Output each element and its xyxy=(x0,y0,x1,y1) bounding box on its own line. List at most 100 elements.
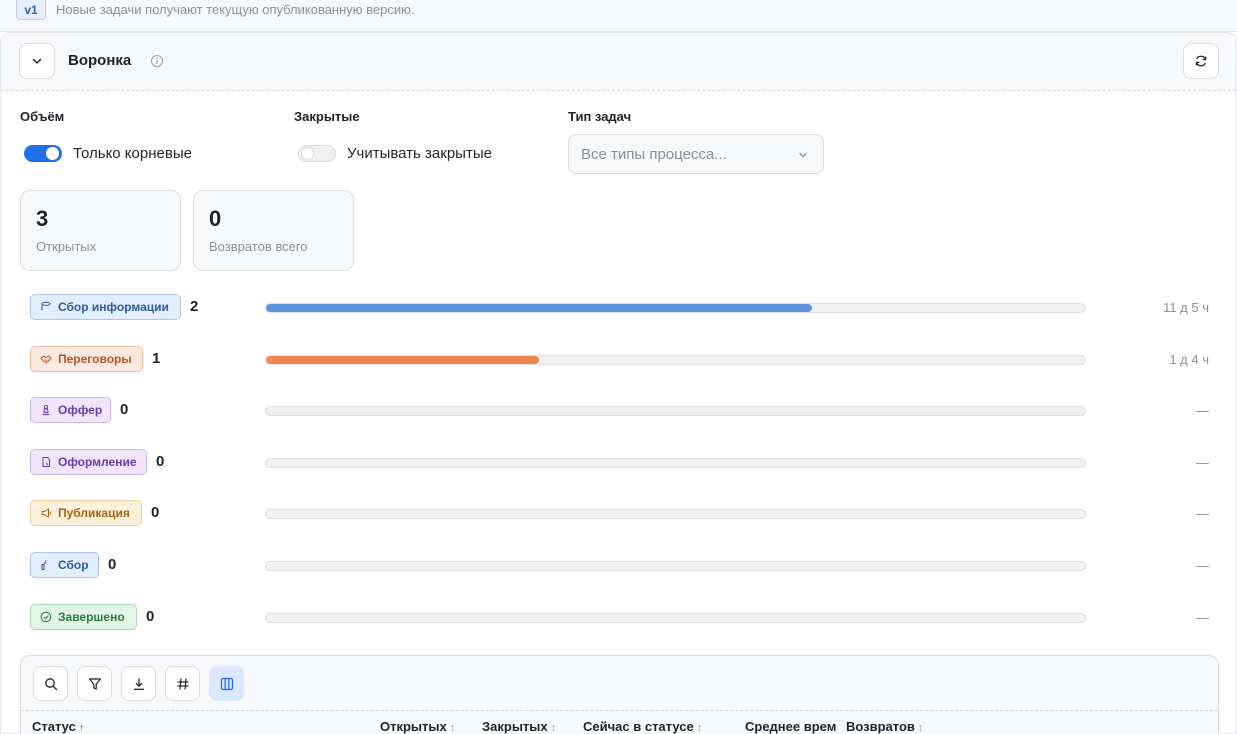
progress-track xyxy=(265,303,1086,313)
status-duration: — xyxy=(1196,403,1209,419)
status-count: 0 xyxy=(120,401,129,419)
version-badge: v1 xyxy=(16,0,46,20)
status-count: 0 xyxy=(108,556,117,573)
status-count: 1 xyxy=(152,349,161,367)
columns-icon xyxy=(220,677,233,690)
summary-card-returns: 0 Возвратов всего xyxy=(193,190,354,271)
root-only-label[interactable]: Только корневые xyxy=(73,145,192,162)
column-header-avg-time[interactable]: Среднее врем xyxy=(745,719,836,734)
filter-icon xyxy=(88,677,101,690)
status-chip[interactable]: Сбор информации xyxy=(30,294,181,320)
column-label: Статус xyxy=(32,719,76,734)
database-icon xyxy=(41,301,51,311)
progress-track xyxy=(265,509,1086,520)
handshake-icon xyxy=(40,355,52,363)
funnel-row: Сбор информации 2 11 д 5 ч xyxy=(1,294,1236,322)
summary-label: Открытых xyxy=(36,239,97,254)
root-only-toggle[interactable] xyxy=(24,145,62,162)
task-type-placeholder: Все типы процесса... xyxy=(581,146,727,163)
include-closed-toggle[interactable] xyxy=(298,145,336,162)
search-icon xyxy=(44,677,57,690)
status-chip[interactable]: Оформление xyxy=(30,448,147,475)
funnel-row: Оффер 0 — xyxy=(1,397,1236,425)
sort-icon[interactable]: ↕ xyxy=(551,722,557,734)
column-header-closed[interactable]: Закрытых ↕ xyxy=(482,719,556,734)
refresh-button[interactable] xyxy=(1183,43,1219,79)
status-chip[interactable]: Оффер xyxy=(30,397,111,424)
column-header-open[interactable]: Открытых ↕ xyxy=(380,719,455,734)
refresh-icon xyxy=(1195,55,1207,67)
download-icon xyxy=(133,678,144,690)
volume-filter-label: Объём xyxy=(20,109,65,124)
toggle-knob xyxy=(301,147,314,160)
status-chip-label: Переговоры xyxy=(58,351,132,366)
closed-filter-label: Закрытые xyxy=(294,109,360,124)
info-icon[interactable] xyxy=(150,54,164,68)
sort-icon[interactable]: ↕ xyxy=(450,722,456,734)
summary-value: 3 xyxy=(36,206,49,231)
status-count: 0 xyxy=(156,452,165,470)
numbering-button[interactable] xyxy=(165,666,200,701)
status-chip[interactable]: Сбор xyxy=(30,552,99,578)
column-label: Сейчас в статусе xyxy=(583,719,694,734)
chevron-down-icon xyxy=(799,152,807,158)
status-chip-label: Завершено xyxy=(58,609,125,624)
version-banner: v1 Новые задачи получают текущую опублик… xyxy=(0,0,1237,32)
status-count: 0 xyxy=(146,607,155,625)
toggle-knob xyxy=(46,147,59,160)
task-type-label: Тип задач xyxy=(568,109,632,124)
table-divider xyxy=(21,710,1218,711)
column-header-status[interactable]: Статус ↑ xyxy=(32,719,84,734)
include-closed-label[interactable]: Учитывать закрытые xyxy=(347,145,492,162)
status-chip[interactable]: Переговоры xyxy=(30,345,143,372)
status-duration: — xyxy=(1196,609,1209,625)
megaphone-icon xyxy=(41,508,51,518)
funnel-row: Завершено 0 — xyxy=(1,603,1236,632)
funnel-row: Переговоры 1 1 д 4 ч xyxy=(1,345,1236,374)
status-count: 2 xyxy=(190,298,199,315)
status-chip-label: Оформление xyxy=(58,454,137,469)
status-count: 0 xyxy=(151,504,160,522)
status-chip-label: Публикация xyxy=(58,506,130,521)
funnel-row: Оформление 0 — xyxy=(1,448,1236,477)
progress-track xyxy=(265,457,1086,468)
summary-label: Возвратов всего xyxy=(209,239,308,254)
document-icon xyxy=(42,456,50,467)
sort-icon[interactable]: ↕ xyxy=(918,722,924,734)
progress-track xyxy=(265,406,1086,417)
progress-track xyxy=(265,354,1086,365)
task-type-select[interactable]: Все типы процесса... xyxy=(568,134,824,174)
funnel-row: Публикация 0 — xyxy=(1,500,1236,528)
thumb-up-icon xyxy=(41,560,47,570)
progress-track xyxy=(265,612,1086,623)
status-duration: — xyxy=(1196,506,1209,522)
download-button[interactable] xyxy=(121,666,156,701)
sort-asc-icon[interactable]: ↑ xyxy=(79,722,85,734)
status-chip[interactable]: Завершено xyxy=(30,603,137,630)
summary-value: 0 xyxy=(209,206,222,231)
sort-icon[interactable]: ↕ xyxy=(697,722,703,734)
status-chip-label: Сбор информации xyxy=(58,300,169,314)
progress-track xyxy=(265,561,1086,571)
status-chip-label: Оффер xyxy=(58,403,103,418)
check-circle-icon xyxy=(40,611,52,622)
search-button[interactable] xyxy=(33,666,68,701)
column-label: Возвратов xyxy=(846,719,915,734)
chevron-down-icon xyxy=(32,58,42,64)
collapse-button[interactable] xyxy=(19,43,55,79)
filter-button[interactable] xyxy=(77,666,112,701)
hash-icon xyxy=(177,677,188,690)
progress-fill xyxy=(266,355,539,364)
column-header-returns[interactable]: Возвратов ↕ xyxy=(846,719,923,734)
progress-fill xyxy=(266,304,812,312)
status-duration: 1 д 4 ч xyxy=(1169,351,1209,367)
column-label: Открытых xyxy=(380,719,447,734)
column-label: Среднее врем xyxy=(745,719,837,734)
panel-title: Воронка xyxy=(68,52,132,69)
funnel-table: Статус ↑ Открытых ↕ Закрытых ↕ Сейчас в ста… xyxy=(20,655,1219,734)
status-chip[interactable]: Публикация xyxy=(30,500,142,527)
funnel-row: Сбор 0 — xyxy=(1,552,1236,580)
status-chip-label: Сбор xyxy=(58,558,89,572)
columns-button[interactable] xyxy=(209,666,244,701)
column-header-current[interactable]: Сейчас в статусе ↕ xyxy=(583,719,702,734)
